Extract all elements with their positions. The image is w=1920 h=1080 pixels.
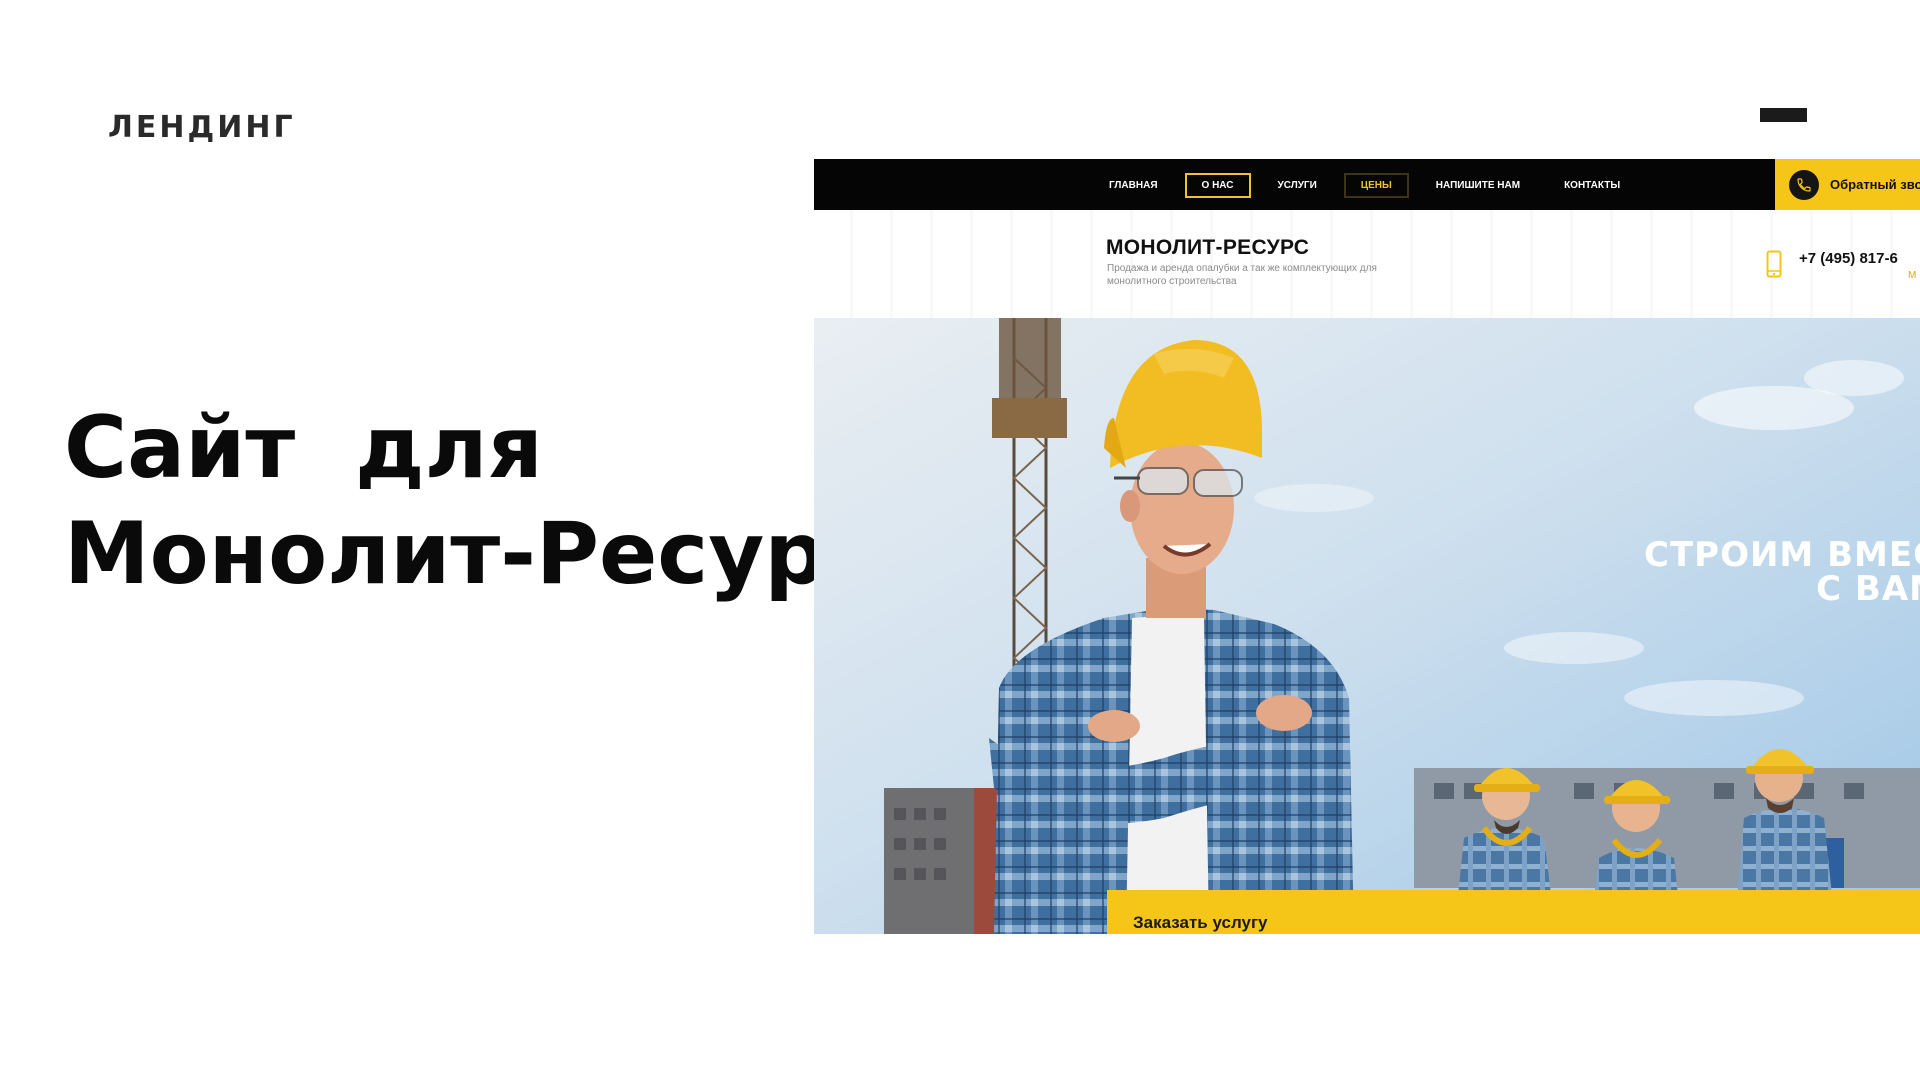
menu-item-about[interactable]: О НАС [1184,172,1251,198]
hero-photo [814,318,1920,934]
site-tagline: Продажа и аренда опалубки а так же компл… [1107,263,1377,287]
site-brand-bar: МОНОЛИТ-РЕСУРС Продажа и аренда опалубки… [814,210,1920,318]
site-top-nav: ГЛАВНАЯ О НАС УСЛУГИ ЦЕНЫ НАПИШИТЕ НАМ К… [814,159,1920,210]
menu-item-home[interactable]: ГЛАВНАЯ [1092,173,1175,198]
order-service-label: Заказать услугу [1133,913,1268,932]
menu-item-prices[interactable]: ЦЕНЫ [1343,172,1409,198]
phone-call-icon [1789,169,1819,200]
site-screenshot: ГЛАВНАЯ О НАС УСЛУГИ ЦЕНЫ НАПИШИТЕ НАМ К… [814,159,1920,934]
callback-label: Обратный звонок [1830,177,1920,192]
callback-button[interactable]: Обратный звонок [1775,159,1920,210]
site-phone-number[interactable]: +7 (495) 817-6 [1799,250,1898,267]
slide-title: Сайт для Монолит-Ресурс [64,398,877,604]
site-menu: ГЛАВНАЯ О НАС УСЛУГИ ЦЕНЫ НАПИШИТЕ НАМ К… [1092,172,1647,198]
site-hero: СТРОИМ ВМЕСТ С ВАМ Заказать услугу [814,318,1920,934]
menu-item-write-us[interactable]: НАПИШИТЕ НАМ [1419,173,1537,198]
site-phone-caption: М [1908,270,1917,281]
menu-item-contacts[interactable]: КОНТАКТЫ [1547,173,1637,198]
slide-eyebrow: ЛЕНДИНГ [108,110,296,145]
menu-item-services[interactable]: УСЛУГИ [1261,173,1334,198]
site-logo-text[interactable]: МОНОЛИТ-РЕСУРС [1106,236,1309,260]
hero-slogan: СТРОИМ ВМЕСТ С ВАМ [1644,535,1920,609]
mobile-phone-icon [1766,250,1782,278]
order-service-bar[interactable]: Заказать услугу [1107,890,1920,934]
decorative-dash [1760,108,1807,122]
